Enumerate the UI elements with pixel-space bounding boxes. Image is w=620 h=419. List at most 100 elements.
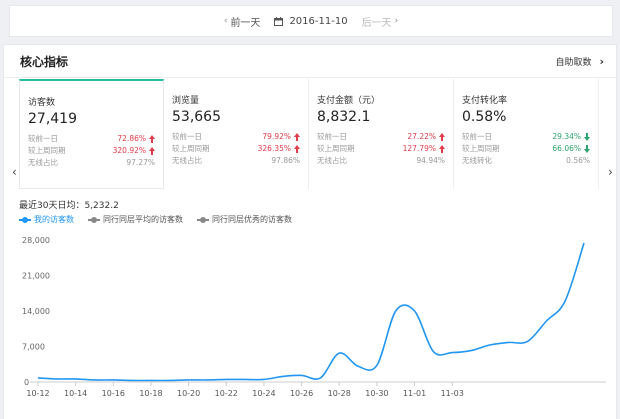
arrow-down-icon: [584, 133, 590, 141]
x-tick-label: 10-30: [365, 389, 388, 398]
row-value-wrap: 29.34%: [552, 131, 590, 143]
row-value-wrap: 127.79%: [403, 143, 445, 155]
arrow-down-icon: [584, 145, 590, 153]
cards-prev-arrow[interactable]: ‹: [12, 165, 17, 179]
y-tick-label: 7,000: [22, 343, 45, 352]
metric-card-conversion-rate[interactable]: 支付转化率 0.58% 较前一日 29.34% 较上周同期 66.06% 无线转化 0…: [454, 79, 599, 189]
row-label: 较前一日: [317, 132, 347, 141]
row-label: 较上周同期: [28, 146, 66, 155]
next-day-label: 后一天: [361, 17, 392, 29]
metric-value: 53,665: [172, 109, 221, 125]
y-tick-label: 0: [24, 378, 29, 387]
row-label: 无线转化: [462, 156, 492, 165]
current-date: 2016-11-10: [289, 15, 348, 27]
x-tick-label: 11-03: [441, 389, 464, 398]
row-label: 较上周同期: [172, 144, 210, 153]
chart-legend: 我的访客数 同行同层平均的访客数 同行同层优秀的访客数: [19, 214, 292, 225]
chevron-right-icon: ›: [394, 16, 399, 26]
row-label: 较上周同期: [462, 144, 500, 153]
row-value: 320.92%: [112, 146, 146, 155]
row-value: 66.06%: [552, 144, 581, 153]
legend-item-mine[interactable]: 我的访客数: [19, 214, 74, 225]
y-tick-label: 14,000: [22, 307, 50, 316]
row-label: 较前一日: [28, 134, 58, 143]
metric-row: 无线占比 97.27%: [28, 157, 155, 169]
row-label: 较上周同期: [317, 144, 355, 153]
row-value-wrap: 94.94%: [416, 155, 445, 167]
cards-next-arrow[interactable]: ›: [608, 165, 613, 179]
calendar-icon: [274, 16, 284, 26]
metric-name: 浏览量: [172, 96, 200, 106]
visitor-line-chart: 0 7,000 14,000 21,000 28,000 10-12 10-14 10-16 1…: [22, 236, 606, 398]
row-value: 94.94%: [416, 156, 445, 165]
row-value-wrap: 27.22%: [407, 131, 445, 143]
x-tick-label: 10-18: [139, 389, 162, 398]
metric-cards: 访客数 27,419 较前一日 72.86% 较上周同期 320.92% 无线占比 9…: [19, 79, 601, 189]
arrow-up-icon: [294, 145, 300, 153]
row-value: 97.86%: [271, 156, 300, 165]
chevron-right-icon: ›: [599, 54, 604, 68]
x-tick-label: 10-24: [252, 389, 275, 398]
metric-row: 无线转化 0.56%: [462, 155, 590, 167]
metric-name: 支付转化率: [462, 96, 508, 106]
metric-row: 较上周同期 127.79%: [317, 143, 445, 155]
arrow-up-icon: [149, 135, 155, 143]
row-value-wrap: 79.92%: [262, 131, 300, 143]
x-tick-label: 10-16: [102, 389, 125, 398]
y-tick-label: 21,000: [22, 272, 50, 281]
x-tick-label: 10-26: [290, 389, 313, 398]
metric-row: 较前一日 79.92%: [172, 131, 300, 143]
metric-row: 较上周同期 66.06%: [462, 143, 590, 155]
arrow-up-icon: [439, 145, 445, 153]
row-value-wrap: 320.92%: [113, 145, 155, 157]
thirty-day-average: 最近30天日均：5,232.2: [19, 201, 119, 211]
metric-value: 8,832.1: [317, 109, 371, 125]
metric-name: 支付金额（元）: [317, 96, 381, 106]
metric-row: 无线占比 94.94%: [317, 155, 445, 167]
legend-item-excellent[interactable]: 同行同层优秀的访客数: [197, 214, 292, 225]
row-value: 326.35%: [257, 144, 291, 153]
x-tick-label: 10-14: [64, 389, 87, 398]
legend-marker-icon: [88, 216, 100, 224]
row-value: 0.56%: [566, 156, 590, 165]
arrow-up-icon: [149, 147, 155, 155]
row-value: 127.79%: [402, 144, 436, 153]
row-value-wrap: 326.35%: [258, 143, 300, 155]
x-tick-label: 10-20: [177, 389, 200, 398]
legend-marker-icon: [197, 216, 209, 224]
legend-label: 我的访客数: [34, 215, 74, 224]
row-value-wrap: 0.56%: [566, 155, 590, 167]
custom-fetch-label: 自助取数: [555, 57, 592, 68]
y-tick-label: 28,000: [22, 236, 50, 245]
row-label: 较前一日: [462, 132, 492, 141]
row-value: 97.27%: [126, 158, 155, 167]
row-value-wrap: 66.06%: [552, 143, 590, 155]
metric-row: 无线占比 97.86%: [172, 155, 300, 167]
x-tick-label: 10-28: [328, 389, 351, 398]
metric-card-payment-amount[interactable]: 支付金额（元） 8,832.1 较前一日 27.22% 较上周同期 127.79% …: [309, 79, 454, 189]
x-tick-label: 10-22: [215, 389, 238, 398]
row-label: 无线占比: [317, 156, 347, 165]
prev-day-label: 前一天: [230, 17, 261, 29]
row-value: 72.86%: [117, 134, 146, 143]
metric-row: 较前一日 27.22%: [317, 131, 445, 143]
prev-day-button[interactable]: ‹ 前一天: [224, 14, 261, 29]
legend-label: 同行同层平均的访客数: [103, 215, 183, 224]
metric-card-visitors[interactable]: 访客数 27,419 较前一日 72.86% 较上周同期 320.92% 无线占比 9…: [19, 79, 164, 189]
metric-value: 27,419: [28, 111, 77, 127]
metric-row: 较前一日 72.86%: [28, 133, 155, 145]
x-tick-label: 10-12: [26, 389, 49, 398]
metric-row: 较前一日 29.34%: [462, 131, 590, 143]
metric-value: 0.58%: [462, 109, 507, 125]
series-line-my-visitors: [37, 242, 585, 382]
date-picker[interactable]: 2016-11-10: [274, 15, 348, 27]
arrow-up-icon: [439, 133, 445, 141]
row-value-wrap: 97.27%: [126, 157, 155, 169]
row-value-wrap: 72.86%: [117, 133, 155, 145]
chevron-left-icon: ‹: [223, 16, 228, 26]
custom-fetch-link[interactable]: 自助取数 ›: [555, 55, 604, 68]
legend-item-average[interactable]: 同行同层平均的访客数: [88, 214, 183, 225]
metric-card-pageviews[interactable]: 浏览量 53,665 较前一日 79.92% 较上周同期 326.35% 无线占比 9…: [164, 79, 309, 189]
next-day-button[interactable]: 后一天 ›: [362, 14, 399, 29]
panel-title: 核心指标: [20, 54, 69, 69]
